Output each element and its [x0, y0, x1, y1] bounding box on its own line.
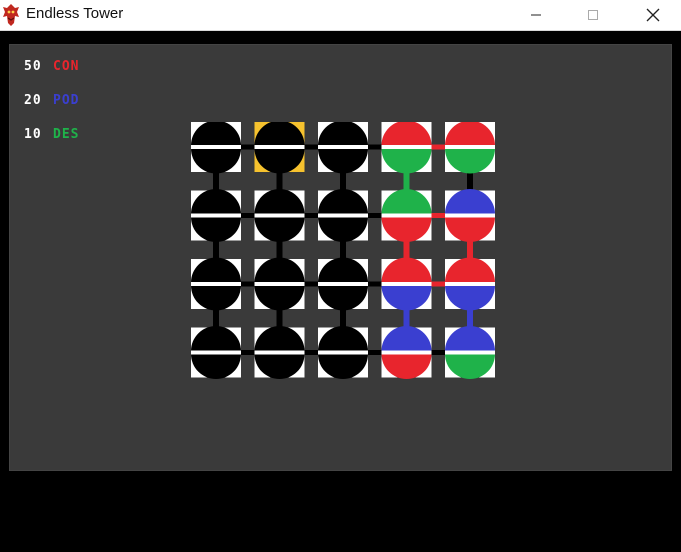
orb-divider [254, 282, 305, 286]
stat-pod-value: 20 [24, 93, 42, 108]
orb-divider [445, 350, 495, 355]
stat-des-label: DES [53, 127, 80, 142]
maximize-button[interactable] [570, 0, 616, 30]
orb-divider [381, 282, 432, 286]
board-cell[interactable] [254, 122, 305, 174]
orb-divider [191, 145, 241, 149]
stat-des-value: 10 [24, 127, 42, 142]
orb-divider [318, 213, 368, 218]
board-cell[interactable] [318, 326, 368, 379]
board-cell[interactable] [445, 122, 495, 174]
board-cell[interactable] [191, 257, 241, 311]
h-connector [240, 350, 256, 355]
board-cell[interactable] [381, 257, 432, 311]
v-connector [213, 308, 219, 329]
h-connector [303, 281, 319, 287]
board-cell[interactable] [191, 122, 241, 174]
board-cell[interactable] [381, 122, 432, 174]
orb-divider [254, 213, 305, 218]
board-cell[interactable] [191, 189, 241, 242]
v-connector [276, 171, 283, 192]
board-cell[interactable] [318, 189, 368, 242]
stat-con-label: CON [53, 59, 80, 74]
orb-divider [254, 145, 305, 149]
orb-divider [445, 145, 495, 149]
window-title: Endless Tower [26, 5, 124, 22]
h-connector [240, 213, 256, 218]
board-cell[interactable] [445, 189, 495, 242]
h-connector [367, 350, 383, 355]
h-connector [240, 144, 256, 150]
v-connector [467, 308, 473, 329]
minimize-icon [531, 14, 541, 16]
h-connector [430, 213, 446, 218]
board-cell[interactable] [254, 257, 305, 311]
v-connector [340, 308, 346, 329]
stat-con-value: 50 [24, 59, 42, 74]
v-connector [213, 239, 219, 260]
v-connector [276, 308, 283, 329]
v-connector [403, 171, 410, 192]
orb-divider [318, 145, 368, 149]
orb-divider [191, 350, 241, 355]
v-connector [467, 171, 473, 192]
h-connector [240, 281, 256, 287]
board-cell[interactable] [381, 189, 432, 242]
board-cell[interactable] [254, 326, 305, 379]
board-grid [191, 122, 495, 379]
minimize-button[interactable] [513, 0, 559, 30]
v-connector [467, 239, 473, 260]
orb-divider [381, 350, 432, 355]
orb-divider [254, 350, 305, 355]
h-connector [430, 144, 446, 150]
h-connector [430, 350, 446, 355]
orb-divider [381, 213, 432, 218]
dragon-icon [2, 3, 20, 27]
h-connector [430, 281, 446, 287]
orb-divider [445, 282, 495, 286]
title-bar: Endless Tower [0, 0, 681, 31]
board-cell[interactable] [254, 189, 305, 242]
v-connector [403, 239, 410, 260]
h-connector [367, 213, 383, 218]
h-connector [367, 144, 383, 150]
orb-divider [381, 145, 432, 149]
board-cell[interactable] [191, 326, 241, 379]
v-connector [213, 171, 219, 192]
close-button[interactable] [630, 0, 676, 30]
close-icon [646, 8, 660, 22]
v-connector [340, 171, 346, 192]
h-connector [303, 213, 319, 218]
orb-divider [318, 282, 368, 286]
v-connector [276, 239, 283, 260]
board-cell[interactable] [445, 326, 495, 379]
board-cell[interactable] [445, 257, 495, 311]
h-connector [367, 281, 383, 287]
h-connector [303, 144, 319, 150]
orb-divider [191, 213, 241, 218]
v-connector [403, 308, 410, 329]
board-cell[interactable] [318, 122, 368, 174]
h-connector [303, 350, 319, 355]
game-board [191, 122, 496, 382]
orb-divider [318, 350, 368, 355]
game-panel: 50 CON 20 POD 10 DES [9, 44, 672, 471]
maximize-icon [588, 10, 598, 20]
board-cell[interactable] [381, 326, 432, 379]
board-cell[interactable] [318, 257, 368, 311]
stat-pod-label: POD [53, 93, 80, 108]
game-client-area: 50 CON 20 POD 10 DES [0, 31, 681, 552]
orb-divider [445, 213, 495, 218]
v-connector [340, 239, 346, 260]
orb-divider [191, 282, 241, 286]
